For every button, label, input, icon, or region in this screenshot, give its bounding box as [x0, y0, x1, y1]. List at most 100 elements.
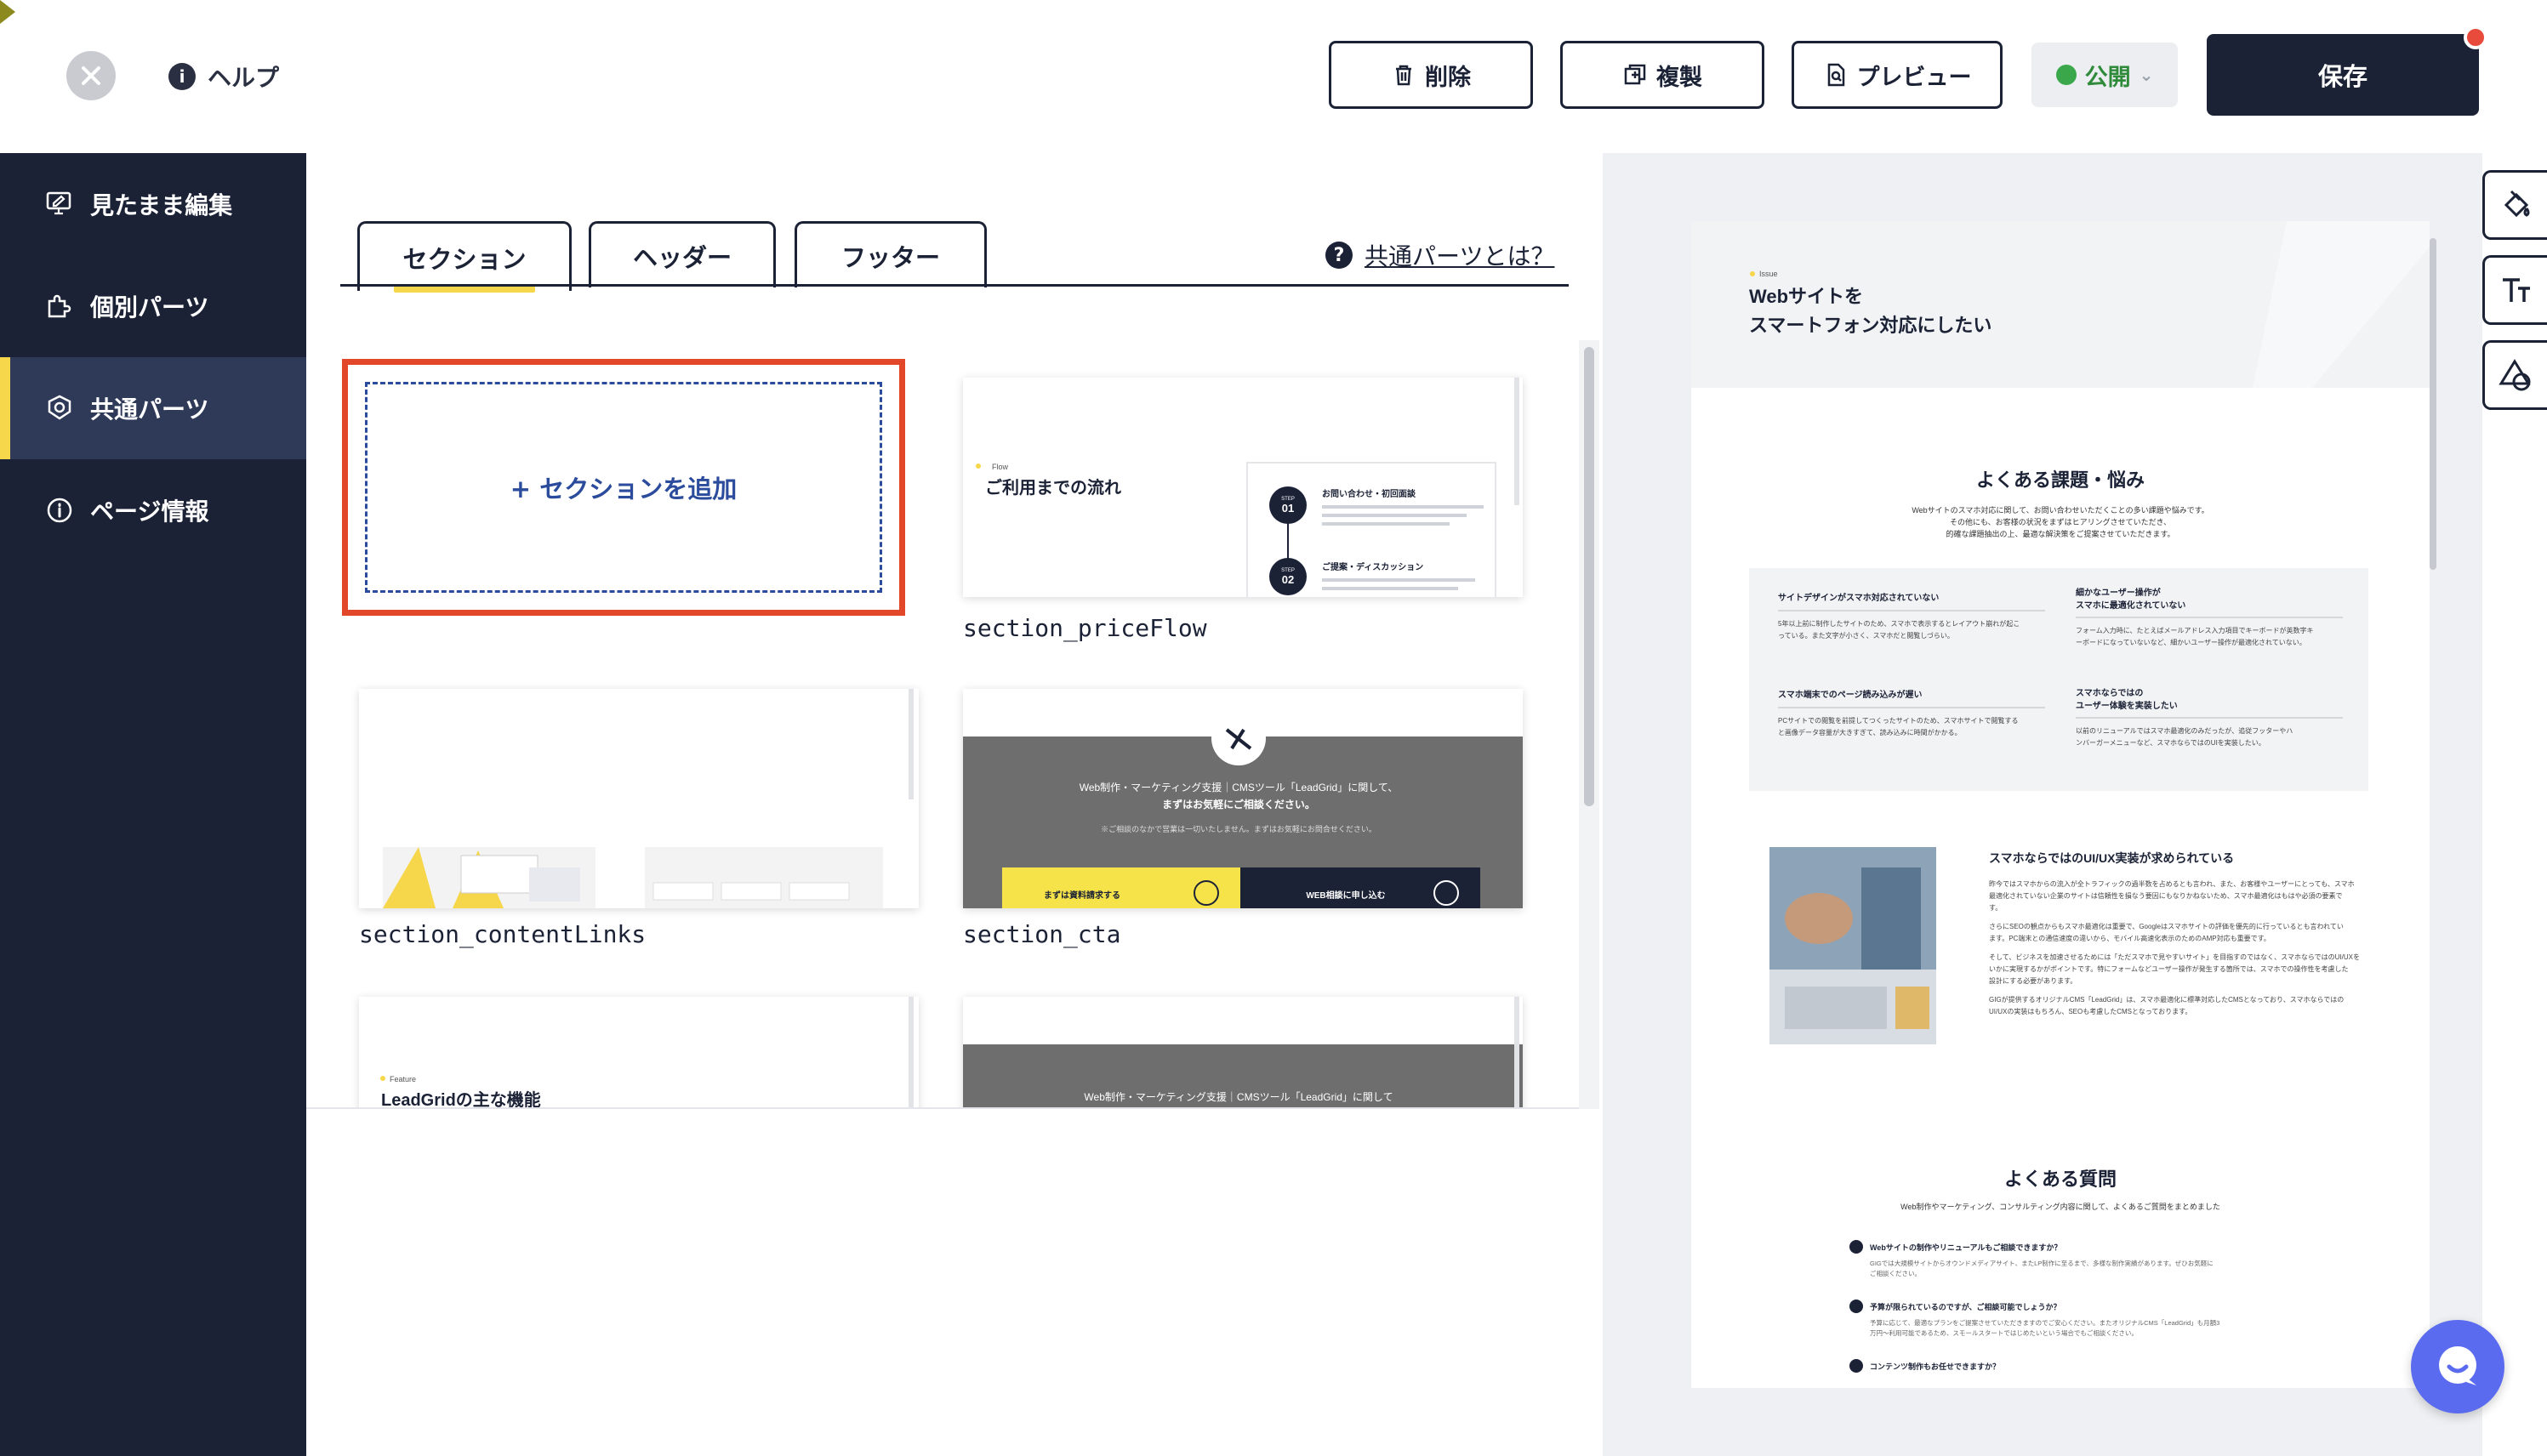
problem-2-title2: スマホに最適化されていない: [2076, 600, 2185, 611]
tab-footer[interactable]: フッター: [795, 221, 987, 287]
add-section-card[interactable]: + セクションを追加: [342, 359, 905, 616]
faq-1-answer1: GIGでは大規模サイトからオウンドメディアサイト、またLP制作に至るまで、多様な…: [1870, 1259, 2214, 1267]
close-button[interactable]: [66, 51, 116, 100]
sidebar-item-individual-parts[interactable]: 個別パーツ: [0, 255, 306, 357]
sidebar-item-visual-edit[interactable]: 見たまま編集: [0, 153, 306, 255]
preview-photo: [1769, 847, 1936, 1044]
what-is-label: 共通パーツとは？: [1365, 242, 1555, 270]
save-label: 保存: [2317, 62, 2368, 91]
sidebar-item-page-info[interactable]: ページ情報: [0, 459, 306, 561]
text-tool-button[interactable]: [2482, 255, 2547, 325]
problem-4-body2: ンバーガーメニューなど、スマホならではのUIを実装したい。: [2076, 738, 2265, 747]
tab-section[interactable]: セクション: [357, 221, 572, 293]
preview-hero-line1: Webサイトを: [1749, 286, 1863, 307]
uiux-p3c: 設計にする必要があります。: [1989, 976, 2077, 985]
sidebar-item-shared-parts[interactable]: 共通パーツ: [0, 357, 306, 459]
question-icon: ?: [1325, 242, 1353, 269]
status-dot-icon: [2055, 65, 2077, 85]
uiux-p1a: 昨今ではスマホからの流入が全トラフィックの過半数を占めるとも言われ、また、お客様…: [1989, 879, 2355, 888]
unsaved-indicator: [2464, 26, 2487, 49]
priceflow-title: ご利用までの流れ: [985, 477, 1121, 498]
puzzle-icon: [48, 294, 71, 318]
problem-1-body1: 5年以上前に制作したサイトのため、スマホで表示するとレイアウト崩れが起こ: [1778, 619, 2020, 628]
section-thumbnail-cta-2[interactable]: Web制作・マーケティング支援｜CMSツール「LeadGrid」に関して: [963, 997, 1523, 1107]
uiux-p1c: す。: [1989, 904, 2002, 912]
cta-line2: まずはお気軽にご相談ください。: [1162, 798, 1315, 810]
problem-4-body1: 以前のリニューアルではスマホ最適化のみだったが、追従フッターやハ: [2076, 726, 2293, 735]
card-list-scroll-thumb[interactable]: [1584, 347, 1594, 806]
tab-active-underline: [394, 286, 535, 293]
delete-label: 削除: [1425, 64, 1471, 91]
section-thumbnail-contentlinks[interactable]: [359, 689, 919, 908]
preview-problems-sub1: Webサイトのスマホ対応に関して、お問い合わせいただくことの多い課題や悩みです。: [1912, 505, 2208, 515]
preview-button[interactable]: プレビュー: [1792, 41, 2003, 109]
save-button[interactable]: 保存: [2207, 34, 2479, 116]
section-name-label: section_priceFlow: [963, 614, 1207, 642]
add-section-button[interactable]: + セクションを追加: [365, 382, 882, 593]
section-thumbnail-cta[interactable]: Web制作・マーケティング支援｜CMSツール「LeadGrid」に関して、 まず…: [963, 689, 1523, 908]
cta2-line1: Web制作・マーケティング支援｜CMSツール「LeadGrid」に関して: [1084, 1091, 1393, 1103]
problem-2-body1: フォーム入力時に、たとえばメールアドレス入力項目でキーボードが英数字キ: [2076, 626, 2314, 634]
problem-3-body1: PCサイトでの閲覧を前提してつくったサイトのため、スマホサイトで閲覧する: [1778, 716, 2018, 725]
preview-doc-icon: [1827, 63, 1844, 87]
step1-number: 01: [1282, 502, 1294, 515]
shape-tool-button[interactable]: [2482, 340, 2547, 410]
editor-app: i ヘルプ 削除 複製 プレビュー 公開 ⌄ 保存 見たまま編集 個別パーツ 共…: [0, 0, 2547, 1456]
shapes-icon: [2498, 359, 2531, 391]
preview-problems-sub3: 的確な課題抽出の上、最適な解決策をご提案させていただきます。: [1946, 529, 2174, 538]
tab-label: フッター: [840, 242, 940, 272]
sidebar-item-label: ページ情報: [90, 498, 209, 526]
preview-scroll-thumb[interactable]: [2430, 238, 2436, 570]
help-label: ヘルプ: [208, 64, 280, 92]
step2-number: 02: [1282, 573, 1294, 586]
what-is-shared-parts-link[interactable]: ? 共通パーツとは？: [1325, 238, 1554, 272]
duplicate-button[interactable]: 複製: [1560, 41, 1764, 109]
page-preview[interactable]: Issue Webサイトを スマートフォン対応にしたい よくある課題・悩み We…: [1691, 221, 2430, 1388]
right-toolbar: [2482, 153, 2547, 1456]
monitor-edit-icon: [46, 191, 71, 215]
close-icon: [82, 66, 100, 85]
tabs-divider: [340, 284, 1569, 287]
feature-title: LeadGridの主な機能: [381, 1089, 541, 1109]
delete-button[interactable]: 削除: [1329, 41, 1533, 109]
faq-2-answer1: 予算に応じて、最適なプランをご提案させていただきますのでご安心ください。またオリ…: [1870, 1318, 2219, 1327]
step2-title: ご提案・ディスカッション: [1322, 561, 1423, 572]
uiux-p4a: GIGが提供するオリジナルCMS「LeadGrid」は、スマホ最適化に標準対応し…: [1989, 995, 2344, 1004]
info-icon: i: [168, 63, 196, 90]
tab-label: セクション: [402, 244, 527, 274]
duplicate-icon: [1624, 64, 1646, 85]
faq-3-question: コンテンツ制作もお任せできますか？: [1870, 1362, 2000, 1371]
cta-note: ※ご相談のなかで営業は一切いたしません。まずはお気軽にお問合せください。: [1101, 824, 1376, 833]
add-section-label: + セクションを追加: [510, 475, 738, 503]
tab-header[interactable]: ヘッダー: [589, 221, 776, 287]
sidebar-item-label: 個別パーツ: [90, 293, 209, 321]
chat-support-button[interactable]: [2411, 1320, 2504, 1413]
problem-2-body2: ーボードになっていないなど、細かいユーザー操作が最適化されていない。: [2076, 638, 2306, 646]
problem-4-title1: スマホならではの: [2076, 688, 2143, 698]
section-thumbnail-priceflow[interactable]: Flow ご利用までの流れ STEP 01 お問い合わせ・初回面談 STEP 0…: [963, 378, 1523, 597]
preview-faq-title: よくある質問: [2004, 1169, 2117, 1190]
priceflow-eyebrow: Flow: [992, 463, 1009, 471]
publish-status-select[interactable]: 公開 ⌄: [2031, 43, 2178, 107]
uiux-p4b: UI/UXの実装はもちろん、SEOも考慮したCMSとなっております。: [1989, 1007, 2191, 1015]
paint-tool-button[interactable]: [2482, 170, 2547, 240]
problem-2-title1: 細かなユーザー操作が: [2076, 587, 2162, 598]
corner-marker: [0, 0, 15, 24]
page-preview-canvas: Issue Webサイトを スマートフォン対応にしたい よくある課題・悩み We…: [1691, 221, 2430, 1373]
preview-faq-sub: Web制作やマーケティング、コンサルティング内容に関して、よくあるご質問をまとめ…: [1900, 1202, 2220, 1211]
preview-uiux-title: スマホならではのUI/UX実装が求められている: [1989, 851, 2234, 865]
faq-2-answer2: 万円〜利用可能であるため、スモールスタートではじめたいという場合でもご相談くださ…: [1870, 1328, 2138, 1337]
shared-parts-icon: [48, 395, 71, 420]
cta-web-button: WEB相談に申し込む: [1306, 890, 1385, 901]
uiux-p2a: さらにSEOの観点からもスマホ最適化は重要で、Googleはスマホサイトの評価を…: [1989, 922, 2344, 930]
preview-hero-line2: スマートフォン対応にしたい: [1749, 315, 1991, 336]
help-link[interactable]: i ヘルプ: [168, 60, 279, 94]
publish-label: 公開: [2084, 64, 2131, 91]
cta-preview: Web制作・マーケティング支援｜CMSツール「LeadGrid」に関して、 まず…: [963, 689, 1523, 908]
chat-bubble-icon: [2439, 1346, 2476, 1385]
priceflow-preview: Flow ご利用までの流れ STEP 01 お問い合わせ・初回面談 STEP 0…: [963, 378, 1523, 597]
uiux-p3b: いかに実現するかがポイントです。特にフォームなどユーザー操作が発生する箇所では、…: [1989, 964, 2349, 973]
preview-issue-eyebrow: Issue: [1759, 270, 1778, 278]
text-size-icon: [2502, 278, 2530, 302]
section-thumbnail-feature[interactable]: Feature LeadGridの主な機能: [359, 997, 919, 1109]
